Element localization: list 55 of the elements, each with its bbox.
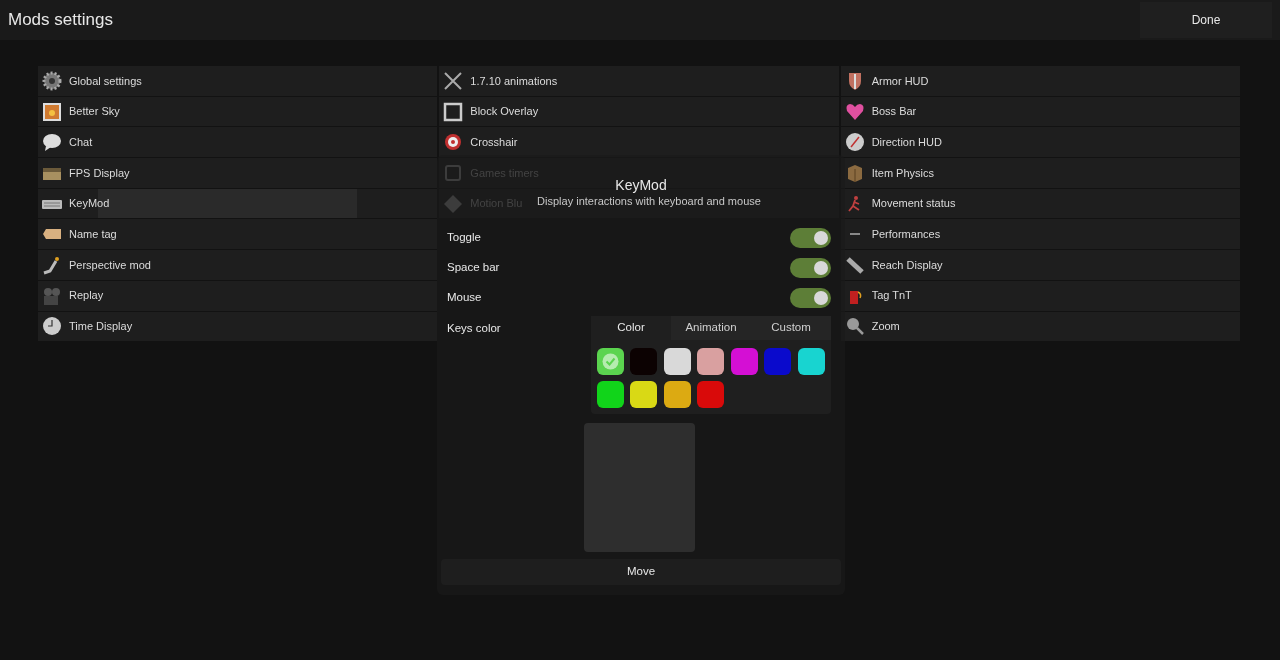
heart-icon [844, 101, 865, 122]
clock-icon [42, 316, 62, 337]
mod-list-item[interactable]: Replay [38, 280, 438, 311]
dialog-subtitle: Display interactions with keyboard and mouse [537, 194, 761, 208]
color-swatch[interactable] [630, 381, 658, 408]
mod-list-item[interactable]: Name tag [38, 219, 438, 250]
gear-icon [42, 70, 62, 91]
mod-list-item[interactable]: FPS Display [38, 158, 438, 188]
sunset-icon [42, 101, 62, 122]
color-swatch[interactable] [597, 348, 624, 375]
mod-list-item[interactable]: 1.7.10 animations [439, 66, 839, 96]
color-swatch[interactable] [630, 348, 658, 375]
mod-list-item[interactable]: Boss Bar [840, 96, 1240, 127]
tab[interactable]: Animation [671, 316, 751, 340]
dash-icon [849, 233, 860, 236]
move-button[interactable]: Move [441, 559, 841, 585]
compass-icon [844, 132, 865, 153]
mod-list-item[interactable]: Time Display [38, 311, 438, 342]
film-camera-icon [42, 285, 62, 306]
mod-list-item[interactable]: Crosshair [439, 127, 839, 158]
dialog-title: KeyMod [615, 176, 667, 194]
toggle-switch[interactable] [790, 228, 831, 248]
setting-label: Space bar [447, 260, 500, 276]
mod-list-item[interactable]: Better Sky [38, 96, 438, 127]
color-swatch[interactable] [663, 348, 691, 375]
setting-label: Keys color [447, 321, 501, 336]
mod-list-item[interactable]: Block Overlay [439, 96, 839, 127]
color-swatch[interactable] [730, 348, 758, 375]
mod-list-item[interactable]: Chat [38, 127, 438, 158]
toggle-switch[interactable] [790, 258, 831, 278]
magnifier-icon [844, 316, 865, 337]
tab[interactable]: Custom [751, 316, 831, 340]
mod-list-item[interactable]: Global settings [38, 66, 438, 96]
ruler-icon [844, 254, 865, 275]
page-title: Mods settings [8, 9, 113, 32]
mod-list-item[interactable]: Perspective mod [38, 250, 438, 280]
toggle-switch[interactable] [790, 288, 831, 308]
setting-label: Mouse [447, 290, 482, 306]
color-swatch[interactable] [797, 348, 825, 375]
color-swatch[interactable] [697, 348, 725, 375]
crossed-swords-icon [443, 70, 464, 91]
color-swatch[interactable] [764, 348, 792, 375]
target-icon [443, 132, 464, 153]
mod-list-item[interactable]: Armor HUD [840, 66, 1240, 96]
mod-list-item[interactable]: KeyMod [38, 188, 438, 219]
color-swatch[interactable] [697, 381, 725, 408]
setting-label: Toggle [447, 230, 481, 246]
speech-bubble-icon [42, 132, 62, 153]
done-button[interactable]: Done [1140, 2, 1272, 38]
color-swatch[interactable] [663, 381, 691, 408]
square-icon [443, 101, 464, 122]
color-swatch[interactable] [597, 381, 624, 408]
check-icon [602, 353, 619, 370]
mod-list-item[interactable]: Direction HUD [840, 127, 1240, 158]
arm-icon [42, 254, 62, 275]
